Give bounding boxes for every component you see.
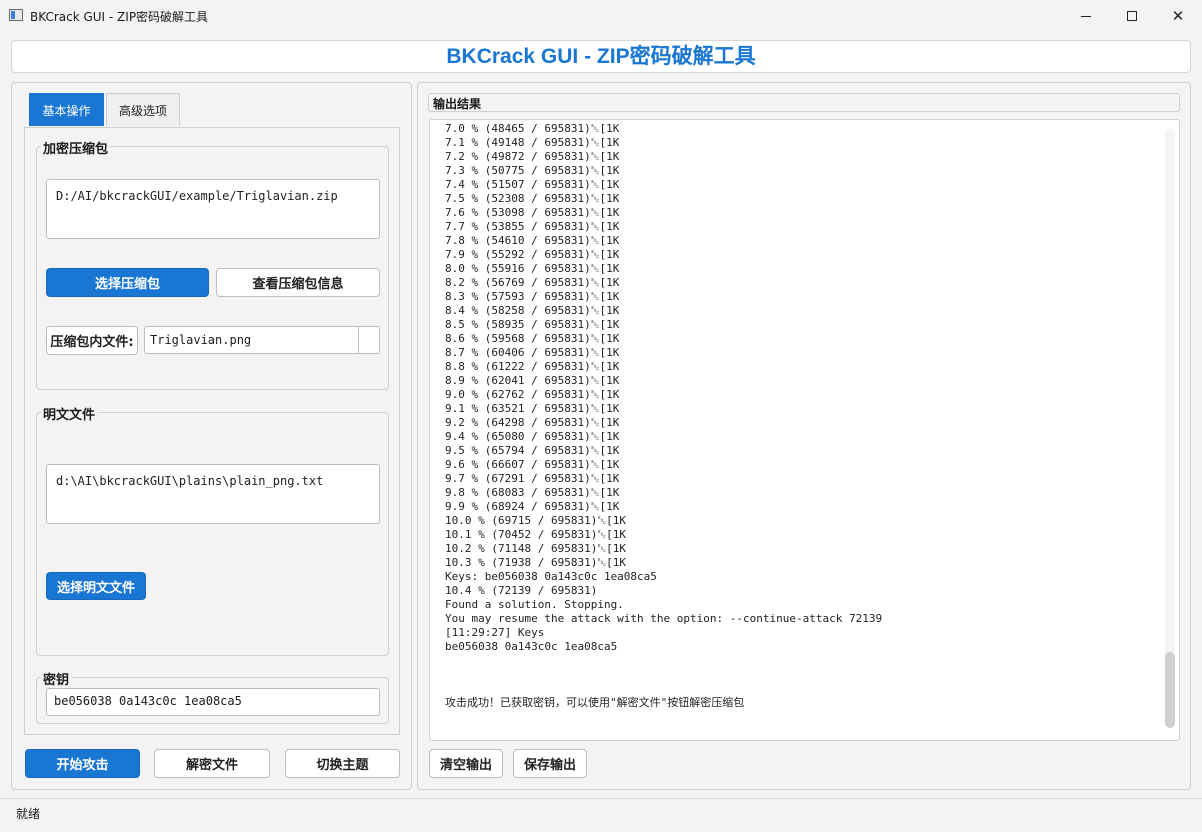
basic-tab-pane: 加密压缩包 D:/AI/bkcrackGUI/example/Triglavia…: [24, 127, 400, 735]
select-plain-button[interactable]: 选择明文文件: [46, 572, 146, 600]
minimize-button[interactable]: [1063, 0, 1109, 32]
output-line: 9.9 % (68924 / 695831)␛[1K: [445, 500, 620, 513]
key-field[interactable]: be056038 0a143c0c 1ea08ca5: [46, 688, 380, 716]
zip-path-field[interactable]: D:/AI/bkcrackGUI/example/Triglavian.zip: [46, 179, 380, 239]
title-bar: BKCrack GUI - ZIP密码破解工具 ✕: [0, 0, 1202, 32]
inner-file-select[interactable]: Triglavian.png: [144, 326, 380, 354]
output-line: 10.1 % (70452 / 695831)␛[1K: [445, 528, 626, 541]
output-line: [11:29:27] Keys: [445, 626, 545, 639]
output-line: 8.3 % (57593 / 695831)␛[1K: [445, 290, 620, 303]
output-log[interactable]: 7.0 % (48465 / 695831)␛[1K 7.1 % (49148 /…: [429, 119, 1180, 741]
decrypt-file-button[interactable]: 解密文件: [154, 749, 270, 778]
tab-advanced[interactable]: 高级选项: [106, 93, 180, 126]
output-line: 8.6 % (59568 / 695831)␛[1K: [445, 332, 620, 345]
minimize-icon: [1081, 15, 1091, 17]
inner-file-label: 压缩包内文件:: [46, 326, 138, 355]
output-line: 8.7 % (60406 / 695831)␛[1K: [445, 346, 620, 359]
output-line: 7.6 % (53098 / 695831)␛[1K: [445, 206, 620, 219]
output-text: 7.0 % (48465 / 695831)␛[1K 7.1 % (49148 /…: [445, 122, 882, 710]
save-output-button[interactable]: 保存输出: [513, 749, 587, 778]
plain-group: 明文文件 d:\AI\bkcrackGUI\plains\plain_png.t…: [36, 404, 389, 656]
window-title: BKCrack GUI - ZIP密码破解工具: [30, 10, 209, 24]
clear-output-button[interactable]: 清空输出: [429, 749, 503, 778]
page-title: BKCrack GUI - ZIP密码破解工具: [446, 45, 756, 68]
toggle-theme-button[interactable]: 切换主题: [285, 749, 400, 778]
inner-file-value: Triglavian.png: [150, 333, 252, 347]
maximize-icon: [1127, 11, 1137, 21]
output-line: 7.4 % (51507 / 695831)␛[1K: [445, 178, 620, 191]
output-line: Keys: be056038 0a143c0c 1ea08ca5: [445, 570, 657, 583]
start-attack-button[interactable]: 开始攻击: [25, 749, 140, 778]
output-line: 9.2 % (64298 / 695831)␛[1K: [445, 416, 620, 429]
zip-info-button[interactable]: 查看压缩包信息: [216, 268, 380, 297]
output-line: 9.1 % (63521 / 695831)␛[1K: [445, 402, 620, 415]
output-line: 9.7 % (67291 / 695831)␛[1K: [445, 472, 620, 485]
output-line: 8.4 % (58258 / 695831)␛[1K: [445, 304, 620, 317]
output-line: 8.8 % (61222 / 695831)␛[1K: [445, 360, 620, 373]
plain-path-field[interactable]: d:\AI\bkcrackGUI\plains\plain_png.txt: [46, 464, 380, 524]
tab-bar: 基本操作 高级选项: [24, 93, 400, 126]
left-panel: 基本操作 高级选项 加密压缩包 D:/AI/bkcrackGUI/example…: [11, 82, 412, 790]
output-line: 7.5 % (52308 / 695831)␛[1K: [445, 192, 620, 205]
output-line: be056038 0a143c0c 1ea08ca5: [445, 640, 618, 653]
output-scrollbar[interactable]: [1165, 128, 1175, 728]
tab-basic[interactable]: 基本操作: [29, 93, 104, 126]
output-line: 7.0 % (48465 / 695831)␛[1K: [445, 122, 620, 135]
output-line: 10.2 % (71148 / 695831)␛[1K: [445, 542, 626, 555]
output-line: 10.4 % (72139 / 695831): [445, 584, 598, 597]
app-header: BKCrack GUI - ZIP密码破解工具: [11, 40, 1191, 73]
output-line: 10.0 % (69715 / 695831)␛[1K: [445, 514, 626, 527]
output-line: 7.1 % (49148 / 695831)␛[1K: [445, 136, 620, 149]
select-zip-button[interactable]: 选择压缩包: [46, 268, 209, 297]
right-panel: 输出结果 7.0 % (48465 / 695831)␛[1K 7.1 % (49…: [417, 82, 1191, 790]
key-group-title: 密钥: [41, 669, 72, 688]
zip-group-title: 加密压缩包: [41, 138, 111, 157]
output-line: 9.5 % (65794 / 695831)␛[1K: [445, 444, 620, 457]
output-line: 10.3 % (71938 / 695831)␛[1K: [445, 556, 626, 569]
output-line: 8.2 % (56769 / 695831)␛[1K: [445, 276, 620, 289]
close-icon: ✕: [1171, 7, 1185, 25]
output-group-title: 输出结果: [428, 93, 1180, 112]
app-icon: [9, 9, 23, 21]
chevron-down-icon[interactable]: [358, 327, 379, 353]
maximize-button[interactable]: [1109, 0, 1155, 32]
output-line: 8.0 % (55916 / 695831)␛[1K: [445, 262, 620, 275]
output-line: 8.9 % (62041 / 695831)␛[1K: [445, 374, 620, 387]
zip-group: 加密压缩包 D:/AI/bkcrackGUI/example/Triglavia…: [36, 138, 389, 390]
plain-group-title: 明文文件: [41, 404, 98, 423]
output-line: 9.8 % (68083 / 695831)␛[1K: [445, 486, 620, 499]
output-scrollbar-thumb[interactable]: [1165, 652, 1175, 728]
key-group: 密钥 be056038 0a143c0c 1ea08ca5: [36, 669, 389, 724]
output-line: 7.2 % (49872 / 695831)␛[1K: [445, 150, 620, 163]
output-line: 7.3 % (50775 / 695831)␛[1K: [445, 164, 620, 177]
output-line: Found a solution. Stopping.: [445, 598, 624, 611]
output-line: 7.8 % (54610 / 695831)␛[1K: [445, 234, 620, 247]
status-bar: 就绪: [0, 798, 1202, 832]
close-button[interactable]: ✕: [1155, 0, 1201, 32]
output-line: 7.9 % (55292 / 695831)␛[1K: [445, 248, 620, 261]
status-text: 就绪: [16, 807, 41, 821]
output-line: 9.6 % (66607 / 695831)␛[1K: [445, 458, 620, 471]
output-line: 7.7 % (53855 / 695831)␛[1K: [445, 220, 620, 233]
output-line: 攻击成功！已获取密钥，可以使用"解密文件"按钮解密压缩包: [445, 696, 745, 709]
output-line: 9.0 % (62762 / 695831)␛[1K: [445, 388, 620, 401]
output-line: 8.5 % (58935 / 695831)␛[1K: [445, 318, 620, 331]
output-line: 9.4 % (65080 / 695831)␛[1K: [445, 430, 620, 443]
output-line: You may resume the attack with the optio…: [445, 612, 883, 625]
